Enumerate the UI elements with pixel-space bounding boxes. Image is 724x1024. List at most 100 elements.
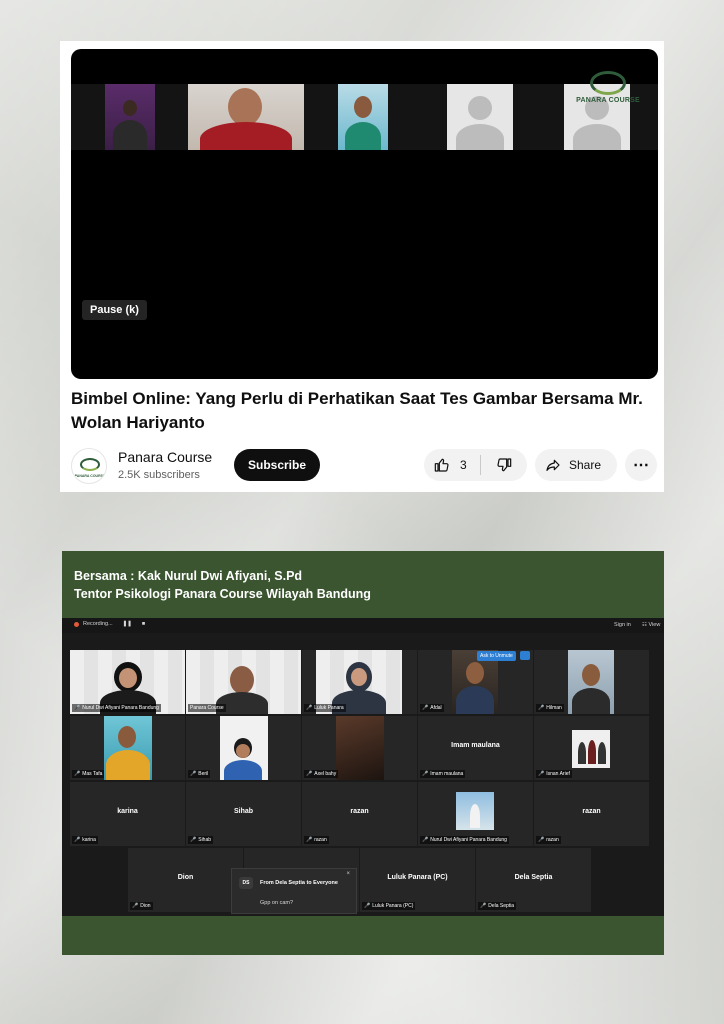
participant-name-label: 🎤 Isnan Arief — [536, 770, 572, 778]
participant-tile[interactable]: Sihab 🎤 Sihab — [186, 782, 301, 846]
muted-mic-icon: 🎤 — [422, 771, 429, 777]
participant-tile[interactable]: 🎤 Hilman — [534, 650, 649, 714]
participant-display-name: Luluk Panara (PC) — [387, 874, 448, 881]
participant-name-label: 🎤 Axel bahy — [304, 770, 339, 778]
participant-avatar-tile — [447, 84, 513, 150]
participant-tile[interactable]: 🎤 Mas Tafa — [70, 716, 185, 780]
participant-name-label: 🎤 Dion — [130, 902, 153, 910]
muted-mic-icon: 🎤 — [306, 705, 313, 711]
participant-name-label: 🎤 Mas Tafa — [72, 770, 105, 778]
participant-tile[interactable]: Luluk Panara (PC) 🎤 Luluk Panara (PC) — [360, 848, 475, 912]
video-player[interactable]: PANARA COURSE Pause (k) — [71, 49, 658, 379]
session-heading: Bersama : Kak Nurul Dwi Afiyani, S.Pd Te… — [74, 567, 371, 603]
muted-mic-icon: 🎤 — [74, 705, 81, 711]
participant-video-tile — [105, 84, 155, 150]
chat-message-text: Gpp on cam? — [260, 900, 294, 906]
participant-tile[interactable]: Dela Septia 🎤 Dela Septia — [476, 848, 591, 912]
share-arrow-icon — [546, 459, 560, 471]
video-meta-row: PANARA COURSE Panara Course 2.5K subscri… — [71, 446, 658, 484]
participant-tile[interactable]: karina 🎤 karina — [70, 782, 185, 846]
like-button[interactable]: 3 — [424, 449, 480, 481]
share-button[interactable]: Share — [535, 449, 617, 481]
dislike-button[interactable] — [481, 449, 527, 481]
participant-display-name: Imam maulana — [451, 742, 500, 749]
session-heading-line2: Tentor Psikologi Panara Course Wilayah B… — [74, 587, 371, 601]
participant-tile-active-speaker[interactable]: Panara Course — [186, 650, 301, 714]
muted-mic-icon: 🎤 — [74, 771, 81, 777]
zoom-meeting-window: Recording... ❚❚ ■ Sign in ☷ View 🎤 Nurul … — [62, 618, 664, 916]
channel-name[interactable]: Panara Course — [118, 449, 212, 465]
participant-name-label: 🎤 razan — [304, 836, 329, 844]
muted-mic-icon: 🎤 — [132, 903, 139, 909]
muted-mic-icon: 🎤 — [306, 771, 313, 777]
participant-name-label: 🎤 Nurul Dwi Afiyani Panara Bandung — [72, 704, 161, 712]
muted-mic-icon: 🎤 — [480, 903, 487, 909]
participant-name-label: 🎤 Imam maulana — [420, 770, 466, 778]
zoom-top-bar: Recording... ❚❚ ■ Sign in ☷ View — [62, 618, 664, 633]
participant-tile[interactable]: Imam maulana 🎤 Imam maulana — [418, 716, 533, 780]
recording-dot-icon — [74, 621, 79, 627]
participant-name-label: 🎤 Luluk Panara (PC) — [362, 902, 416, 910]
share-label: Share — [569, 458, 602, 472]
participant-video-tile — [338, 84, 388, 150]
participant-tile[interactable]: 🎤 Nurul Dwi Afiyani Panara Bandung — [418, 782, 533, 846]
like-count: 3 — [460, 458, 467, 472]
participant-name-label: Panara Course — [188, 704, 226, 712]
participant-display-name: Dela Septia — [514, 874, 553, 881]
participant-tile[interactable]: razan 🎤 razan — [534, 782, 649, 846]
participant-tile[interactable]: razan 🎤 razan — [302, 782, 417, 846]
pause-recording-button[interactable]: ❚❚ — [123, 621, 132, 627]
participant-name-label: 🎤 Nurul Dwi Afiyani Panara Bandung — [420, 836, 509, 844]
muted-mic-icon: 🎤 — [422, 837, 429, 843]
muted-mic-icon: 🎤 — [422, 705, 429, 711]
more-actions-button[interactable]: ⋯ — [625, 449, 657, 481]
participant-name-label: 🎤 Afdal — [420, 704, 444, 712]
participant-name-label: 🎤 Sihab — [188, 836, 214, 844]
participant-tile[interactable]: 🎤 Beril — [186, 716, 301, 780]
participant-tile[interactable]: 🎤 Isnan Arief — [534, 716, 649, 780]
muted-mic-icon: 🎤 — [538, 771, 545, 777]
muted-mic-icon: 🎤 — [190, 771, 197, 777]
subscribe-button[interactable]: Subscribe — [234, 449, 320, 481]
participant-name-label: 🎤 Luluk Panara — [304, 704, 346, 712]
chat-sender-line: From Dela Septia to Everyone — [260, 880, 338, 886]
thumbs-down-icon — [497, 458, 512, 472]
participant-name-label: 🎤 razan — [536, 836, 561, 844]
participant-tile[interactable]: Dion 🎤 Dion — [128, 848, 243, 912]
sign-in-link[interactable]: Sign in — [614, 622, 631, 628]
chat-notification-popup[interactable]: × DS From Dela Septia to Everyone Gpp on… — [231, 868, 357, 914]
stop-recording-button[interactable]: ■ — [142, 621, 145, 627]
youtube-video-card: PANARA COURSE Pause (k) Bimbel Online: Y… — [60, 41, 664, 492]
participant-video-tile — [188, 84, 304, 150]
close-icon[interactable]: × — [346, 871, 350, 877]
muted-mic-icon: 🎤 — [538, 705, 545, 711]
participant-display-name: karina — [117, 808, 138, 815]
participant-tile[interactable]: 🎤 Nurul Dwi Afiyani Panara Bandung — [70, 650, 185, 714]
channel-avatar[interactable]: PANARA COURSE — [71, 448, 107, 484]
participant-display-name: Dion — [177, 874, 194, 881]
participant-name-label: 🎤 karina — [72, 836, 98, 844]
like-dislike-group: 3 — [424, 449, 527, 481]
panara-course-watermark-logo: PANARA COURSE — [576, 71, 640, 115]
participant-tile[interactable]: 🎤 Luluk Panara — [302, 650, 417, 714]
participant-name-label: 🎤 Hilman — [536, 704, 564, 712]
zoom-session-card: Bersama : Kak Nurul Dwi Afiyani, S.Pd Te… — [62, 551, 664, 955]
muted-mic-icon: 🎤 — [364, 903, 371, 909]
recording-indicator: Recording... ❚❚ ■ — [74, 621, 145, 627]
view-menu[interactable]: ☷ View — [642, 622, 660, 628]
meeting-participant-strip — [71, 84, 658, 150]
view-label: View — [648, 622, 661, 628]
participant-name-label: 🎤 Dela Septia — [478, 902, 517, 910]
muted-mic-icon: 🎤 — [306, 837, 313, 843]
thumbs-up-icon — [434, 458, 449, 472]
ask-to-unmute-button[interactable]: Ask to Unmute — [477, 651, 516, 661]
muted-mic-icon: 🎤 — [74, 837, 81, 843]
unmute-options-button[interactable] — [520, 651, 530, 660]
pause-tooltip: Pause (k) — [82, 300, 147, 320]
session-heading-line1: Bersama : Kak Nurul Dwi Afiyani, S.Pd — [74, 569, 303, 583]
recording-label: Recording... — [83, 621, 113, 627]
participant-display-name: razan — [582, 808, 601, 815]
participant-tile[interactable]: 🎤 Axel bahy — [302, 716, 417, 780]
muted-mic-icon: 🎤 — [190, 837, 197, 843]
muted-mic-icon: 🎤 — [538, 837, 545, 843]
